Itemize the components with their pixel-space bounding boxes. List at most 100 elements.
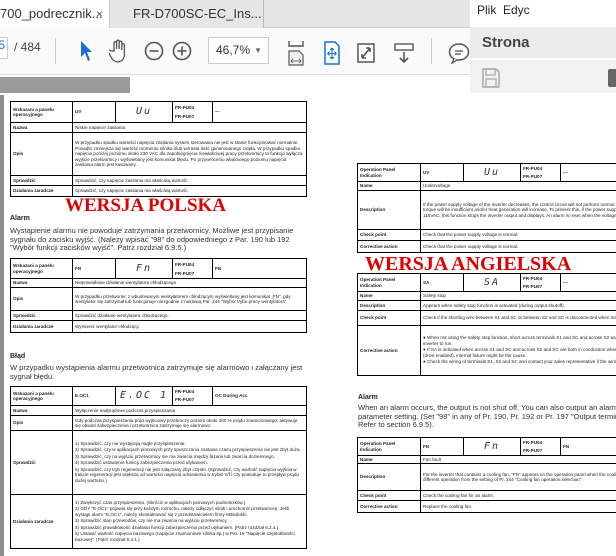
table-row: Description For the inverter that contain…	[357, 463, 616, 491]
row-label: Description	[357, 190, 421, 230]
table-row: Nazwa Nieprawidłowe działanie wentylatora…	[10, 278, 307, 288]
print-icon[interactable]	[606, 68, 616, 93]
indication-code: E.OC1	[72, 386, 116, 406]
menu-file[interactable]: Plik	[477, 0, 496, 20]
zoom-in-icon[interactable]	[171, 36, 193, 66]
table-clip: Operation Panel Indication UV Uu FR-PU04 FR-…	[357, 163, 616, 254]
row-label: Sprawdzić	[10, 430, 73, 495]
menu-edit[interactable]: Edyc	[503, 0, 530, 20]
row-content: W przypadku przetwornic z wbudowanym wen…	[72, 287, 307, 311]
list-item: 5) Sprawdzić, czy tryb regeneracji nie j…	[75, 466, 299, 483]
tab-document-1[interactable]: 700_podrecznik... ×	[0, 0, 110, 28]
alarm-table: Operation Panel Indication UV Uu FR-PU04 FR-…	[357, 163, 616, 253]
row-label: Name	[357, 291, 421, 301]
table-row: Opis W przypadku przetwornic z wbudowanym…	[10, 287, 307, 311]
list-item: 3) Sprawdzić, czy na wyjściu przetwornic…	[75, 453, 275, 459]
table-row: Check point Check if the shorting wire be…	[357, 310, 616, 326]
model-name: FR-PU04	[175, 388, 195, 394]
indication-label: Wskazani a panelu operacyjnego	[10, 386, 73, 406]
table-row: Działania zaradcze Wymienić wentylator ch…	[10, 320, 307, 333]
list-item: 4) Sprawdzić prawidłowość działania funk…	[75, 524, 279, 530]
model-name: FR-PU07	[523, 447, 543, 453]
row-label: Opis	[10, 415, 73, 431]
row-content: Sprawdzić, czy napięcie zasilania ma wła…	[72, 185, 307, 197]
indication-extra: —	[560, 163, 616, 182]
indication-code: SA	[420, 273, 464, 292]
list-item: 2) Sprawdzić, czy w aplikacjach pionowyc…	[75, 447, 301, 453]
row-label: Description	[357, 300, 421, 311]
list-item: 4) Sprawdzić ustawienie funkcji zabezpie…	[75, 460, 209, 466]
list-item: 3) Sprawdzić stan przewodów, czy nie ma …	[75, 518, 228, 524]
right-toolbar	[470, 60, 616, 93]
parameter-unit-models: FR-PU04 FR-PU07	[520, 163, 561, 182]
zoom-out-icon[interactable]	[143, 36, 165, 66]
row-content: Wyłączenie nadprądowe podczas przyspiesz…	[72, 405, 307, 416]
hand-tool-icon[interactable]	[108, 36, 130, 66]
divider	[55, 38, 56, 64]
indication-extra: —	[212, 101, 307, 123]
watermark-polish: WERSJA POLSKA	[65, 195, 227, 216]
row-label: Check point	[357, 310, 421, 326]
indication-code: FN	[72, 258, 116, 279]
table-header-row: Wskazani a panelu operacyjnego FN Fn FR-PU0…	[10, 258, 307, 279]
comment-icon[interactable]	[448, 38, 470, 68]
row-label: Działania zaradcze	[10, 320, 73, 333]
panel-display: Uu	[115, 101, 173, 123]
alarm-table: Operation Panel Indication SA SA FR-PU04 FR-…	[357, 273, 616, 376]
full-screen-icon[interactable]	[356, 38, 376, 68]
alarm-table: Operation Panel Indication FN Fn FR-PU04 FR-…	[357, 437, 616, 513]
table-header-row: Operation Panel Indication SA SA FR-PU04 FR-…	[357, 273, 616, 292]
table-row: Description Appears when safety stop func…	[357, 300, 616, 311]
fit-page-width-icon[interactable]	[286, 38, 306, 68]
tab-bar: 700_podrecznik... × FR-D700SC-EC_Ins...	[0, 0, 470, 28]
page-count: / 484	[14, 40, 41, 54]
row-list: 1) Zwiększyć czas przyspieszenia. (Skróc…	[75, 500, 304, 542]
model-name: FR-PU04	[523, 165, 543, 171]
page-edge	[0, 95, 4, 556]
model-name: FR-PU04	[523, 275, 543, 281]
list-item: 1) Sprawdzić, czy nie występują nagłe pr…	[75, 441, 186, 447]
row-label: Sprawdzić	[10, 310, 73, 321]
menu-bar: Plik Edyc	[470, 0, 616, 22]
list-item: 1) Zwiększyć czas przyspieszenia. (Skróc…	[75, 500, 246, 506]
page-number-input[interactable]: 5	[0, 37, 8, 59]
row-content: Check that the power supply voltage is n…	[420, 240, 616, 253]
alarm-text: When an alarm occurs, the output is not …	[358, 404, 616, 429]
table-row: Sprawdzić Sprawdzić, czy napięcie zasilan…	[10, 175, 307, 186]
model-name: FR-PU07	[175, 270, 195, 276]
panel-display: Uu	[463, 163, 521, 182]
panel-display: Fn	[115, 258, 173, 279]
alarm-text: Wystąpienie alarmu nie powoduje zatrzyma…	[10, 226, 294, 252]
save-icon[interactable]	[482, 68, 500, 93]
horizontal-scrollbar[interactable]	[0, 77, 130, 93]
indication-extra: OC During Acc	[212, 386, 307, 406]
scrolling-mode-icon[interactable]	[394, 38, 414, 68]
parameter-unit-models: FR-PU04 FR-PU07	[172, 386, 213, 406]
divider	[431, 38, 432, 64]
parameter-unit-models: FR-PU04 FR-PU07	[172, 258, 213, 279]
list-item: ● Check the wiring of terminals S1, S2 a…	[423, 359, 616, 365]
row-content: Niskie napięcie zasilania	[72, 122, 307, 133]
row-label: Check point	[357, 229, 421, 241]
indication-label: Operation Panel Indication	[357, 437, 421, 456]
indication-label: Operation Panel Indication	[357, 163, 421, 182]
select-arrow-icon[interactable]	[76, 36, 96, 66]
row-content: 1) Zwiększyć czas przyspieszenia. (Skróc…	[72, 494, 307, 549]
table-row: Corrective action ● When not using the sa…	[357, 325, 616, 376]
panel-display: E.OC 1	[115, 386, 173, 406]
model-name: FR-PU07	[175, 114, 195, 119]
alarm-heading: Alarm	[358, 394, 378, 401]
row-content: Sprawdzić działanie wentylatora chłodząc…	[72, 310, 307, 321]
row-label: Corrective action	[357, 325, 421, 376]
close-tab-icon[interactable]: ×	[96, 0, 103, 28]
error-text: W przypadku wystąpienia alarmu przetworn…	[10, 363, 303, 381]
row-label: Działania zaradcze	[10, 494, 73, 549]
tab-document-2[interactable]: FR-D700SC-EC_Ins...	[111, 0, 264, 28]
zoom-level-select[interactable]: 46,7% ▼	[208, 37, 269, 64]
model-name: FR-PU04	[175, 261, 195, 267]
row-label: Name	[357, 181, 421, 191]
list-item: 2) GDY "E.OC1" pojawia się przy każdym r…	[75, 506, 290, 517]
table-row: Description If the power supply voltage o…	[357, 190, 616, 230]
fit-page-icon[interactable]	[322, 38, 342, 68]
error-heading: Błąd	[10, 353, 26, 360]
